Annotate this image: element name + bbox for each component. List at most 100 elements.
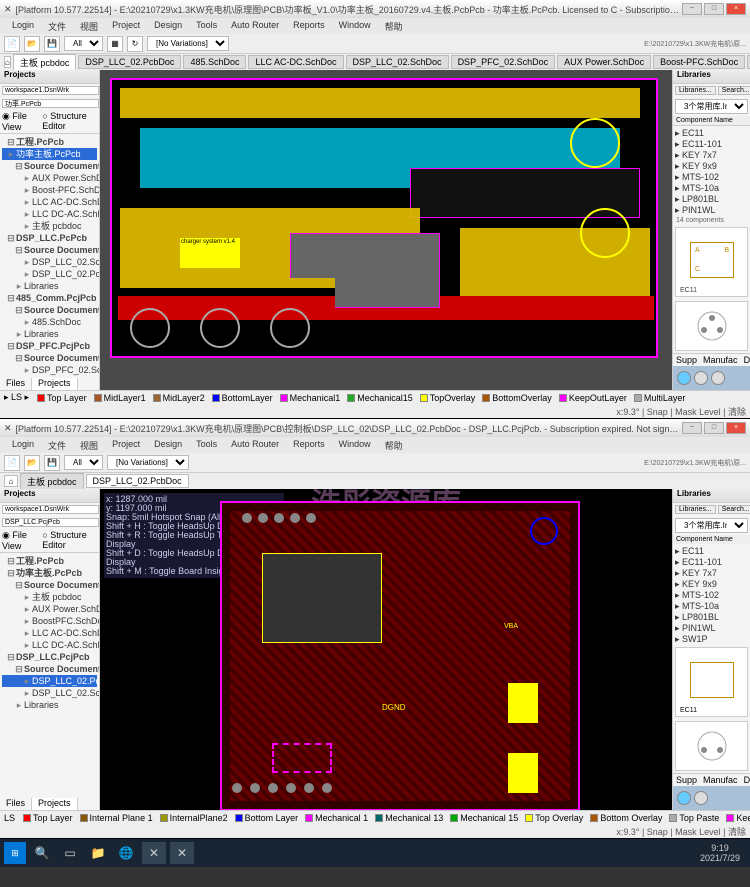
tree-node[interactable]: ▸DSP_LLC_02.PcbDoc <box>2 268 97 280</box>
layer-tab[interactable]: Bottom Layer <box>232 813 302 823</box>
component-item[interactable]: ▸ LP801BL <box>675 612 748 623</box>
menu-autoroute[interactable]: Auto Router <box>225 437 285 453</box>
fptab[interactable]: Descript <box>741 354 750 366</box>
tab[interactable]: DSP_LLC_02.PcbDoc <box>78 55 181 69</box>
menu-view[interactable]: 视图 <box>74 18 104 34</box>
tree-node[interactable]: ▸LLC DC-AC.SchDoc <box>2 639 97 651</box>
layer-tab[interactable]: BottomOverlay <box>479 393 555 403</box>
tree-node[interactable]: ⊟Source Documents <box>2 579 97 591</box>
tree-node[interactable]: ▸Boost-PFC.SchDoc <box>2 184 97 196</box>
component-item[interactable]: ▸ KEY 9x9 <box>675 579 748 590</box>
view-btn[interactable] <box>711 371 725 385</box>
app-icon[interactable]: ✕ <box>170 842 194 864</box>
taskview-icon[interactable]: ▭ <box>58 842 82 864</box>
close-button[interactable]: × <box>726 422 746 434</box>
home-icon[interactable]: ⌂ <box>4 475 18 487</box>
home-icon[interactable]: ⌂ <box>4 56 11 68</box>
fptab[interactable]: Manufac <box>700 774 741 786</box>
layer-tab[interactable]: KeepOutLayer <box>723 813 750 823</box>
files-tab[interactable]: Files <box>0 798 32 810</box>
tree-node[interactable]: ⊟Source Documents <box>2 663 97 675</box>
search-button[interactable]: Search... <box>718 86 750 95</box>
layer-tab[interactable]: BottomLayer <box>209 393 276 403</box>
view-3d-icon[interactable] <box>677 791 691 805</box>
menu-help[interactable]: 帮助 <box>379 437 409 453</box>
maximize-button[interactable]: □ <box>704 3 724 15</box>
library-select[interactable]: 3个常用库.IntLib <box>675 518 748 533</box>
component-item[interactable]: ▸ KEY 7x7 <box>675 150 748 161</box>
component-item[interactable]: ▸ KEY 9x9 <box>675 161 748 172</box>
layer-tab[interactable]: MidLayer1 <box>91 393 149 403</box>
layer-tab[interactable]: Top Layer <box>34 393 90 403</box>
tree-node[interactable]: ⊟485_Comm.PcjPcb <box>2 292 97 304</box>
toolbar-btn[interactable]: ↻ <box>127 36 143 52</box>
component-item[interactable]: ▸ EC11-101 <box>675 557 748 568</box>
projects-tab[interactable]: Projects <box>32 798 78 810</box>
tree-node[interactable]: ⊟工程.PcPcb <box>2 136 97 148</box>
component-item[interactable]: ▸ MTS-102 <box>675 590 748 601</box>
component-list[interactable]: ▸ EC11▸ EC11-101▸ KEY 7x7▸ KEY 9x9▸ MTS-… <box>673 544 750 645</box>
menu-tools[interactable]: Tools <box>190 437 223 453</box>
fptab[interactable]: Manufac <box>700 354 741 366</box>
clock[interactable]: 9:192021/7/29 <box>694 843 746 863</box>
menu-help[interactable]: 帮助 <box>379 18 409 34</box>
component-item[interactable]: ▸ EC11-101 <box>675 139 748 150</box>
component-item[interactable]: ▸ SW1P <box>675 634 748 645</box>
layer-tab[interactable]: Top Paste <box>666 813 722 823</box>
lib-btn[interactable]: Libraries... <box>675 505 716 514</box>
component-item[interactable]: ▸ KEY 7x7 <box>675 568 748 579</box>
view-3d-icon[interactable] <box>677 371 691 385</box>
tree-node[interactable]: ⊟DSP_PFC.PcjPcb <box>2 340 97 352</box>
tree-node[interactable]: ▸AUX Power.SchDoc <box>2 603 97 615</box>
tab[interactable]: LLC AC-DC.SchDoc <box>248 55 343 69</box>
explorer-icon[interactable]: 📁 <box>86 842 110 864</box>
fptab[interactable]: Supp <box>673 354 700 366</box>
menu-window[interactable]: Window <box>333 437 377 453</box>
search-icon[interactable]: 🔍 <box>30 842 54 864</box>
layer-tab[interactable]: MultiLayer <box>631 393 689 403</box>
tree-node[interactable]: ▸LLC DC-AC.SchDoc <box>2 208 97 220</box>
component-item[interactable]: ▸ MTS-102 <box>675 172 748 183</box>
project-tree[interactable]: ⊟工程.PcPcb▸功率主板.PcPcb⊟Source Documents▸AU… <box>0 134 99 378</box>
workspace-input[interactable] <box>2 86 99 95</box>
search-button[interactable]: Search... <box>718 505 750 514</box>
tree-node[interactable]: ⊟DSP_LLC.PcjPcb <box>2 651 97 663</box>
layer-tab[interactable]: Mechanical 1 <box>302 813 371 823</box>
menu-design[interactable]: Design <box>148 437 188 453</box>
tab[interactable]: DSP_LLC_02.SchDoc <box>346 55 449 69</box>
layer-tab[interactable]: Mechanical15 <box>344 393 416 403</box>
layer-tab[interactable]: InternalPlane2 <box>157 813 231 823</box>
layer-tab[interactable]: Mechanical 13 <box>372 813 446 823</box>
maximize-button[interactable]: □ <box>704 422 724 434</box>
structure-tab[interactable]: ○ Structure Editor <box>42 530 97 551</box>
tree-node[interactable]: ⊟Source Documents <box>2 304 97 316</box>
menu-view[interactable]: 视图 <box>74 437 104 453</box>
tab[interactable]: Boost-PFC.SchDoc <box>653 55 745 69</box>
project-input[interactable] <box>2 99 99 108</box>
tab[interactable]: AUX Power.SchDoc <box>557 55 651 69</box>
project-tree[interactable]: ⊟工程.PcPcb⊟功率主板.PcPcb⊟Source Documents▸主板… <box>0 553 99 798</box>
tab[interactable]: DSP_PFC_02.SchDoc <box>451 55 556 69</box>
close-button[interactable]: × <box>726 3 746 15</box>
menu-window[interactable]: Window <box>333 18 377 34</box>
fptab[interactable]: Supp <box>673 774 700 786</box>
menu-project[interactable]: Project <box>106 437 146 453</box>
component-item[interactable]: ▸ LP801BL <box>675 194 748 205</box>
menu-file[interactable]: 文件 <box>42 18 72 34</box>
component-item[interactable]: ▸ PIN1WL <box>675 623 748 634</box>
variations-select[interactable]: [No Variations] <box>147 36 229 51</box>
tree-node[interactable]: ▸主板 pcbdoc <box>2 591 97 603</box>
tree-node[interactable]: ▸DSP_PFC_02.SchDoc <box>2 364 97 376</box>
pcb-canvas[interactable]: 浩彤资源库 x: 1287.000 mily: 1197.000 milSnap… <box>100 489 672 810</box>
structure-tab[interactable]: ○ Structure Editor <box>42 111 97 132</box>
tree-node[interactable]: ▸Libraries <box>2 699 97 711</box>
tree-node[interactable]: ⊟Source Documents <box>2 352 97 364</box>
menu-tools[interactable]: Tools <box>190 18 223 34</box>
new-icon[interactable]: 📄 <box>4 36 20 52</box>
layer-tab[interactable]: Mechanical 15 <box>447 813 521 823</box>
component-item[interactable]: ▸ EC11 <box>675 546 748 557</box>
view-btn[interactable] <box>694 371 708 385</box>
pcb-canvas[interactable]: charger system v1.4 <box>100 70 672 390</box>
tree-node[interactable]: ▸485.SchDoc <box>2 316 97 328</box>
component-item[interactable]: ▸ MTS-10a <box>675 183 748 194</box>
